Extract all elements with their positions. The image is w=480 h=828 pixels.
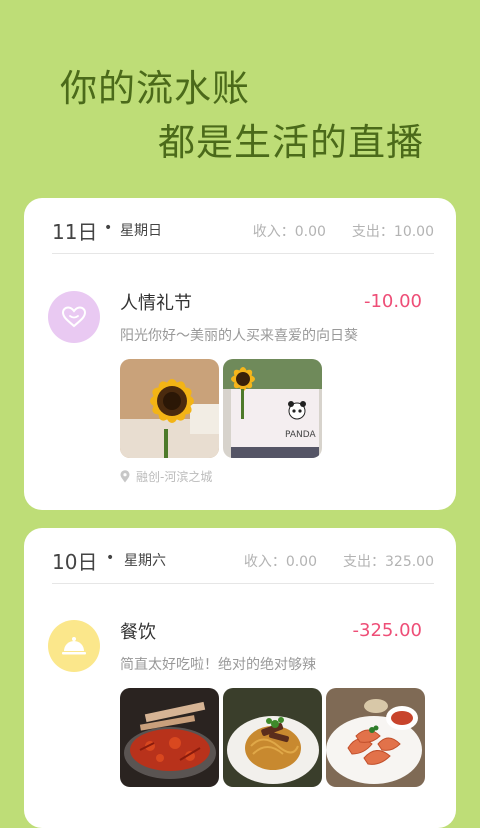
location: 融创-河滨之城 xyxy=(120,468,212,485)
sunflower-photo[interactable] xyxy=(120,359,219,458)
separator-dot: • xyxy=(104,220,113,236)
day-header: 11日 • 星期日 收入：0.00 支出：10.00 xyxy=(52,198,434,254)
hotpot-photo[interactable] xyxy=(120,688,219,787)
entry-amount: -10.00 xyxy=(363,291,422,312)
day-card-10: 10日 • 星期六 收入：0.00 支出：325.00 餐饮 -325.00 简直… xyxy=(24,528,456,828)
expense-label: 支出： xyxy=(343,554,385,570)
food-cloche-icon xyxy=(48,620,100,672)
svg-text:PANDA: PANDA xyxy=(285,430,317,440)
heart-icon xyxy=(48,291,100,343)
entry-title[interactable]: 人情礼节 xyxy=(120,289,192,315)
income-value: 0.00 xyxy=(285,554,317,570)
day-summary: 收入：0.00 支出：10.00 xyxy=(253,221,434,241)
entry-title[interactable]: 餐饮 xyxy=(120,618,156,644)
entry-note: 阳光你好～美丽的人买来喜爱的向日葵 xyxy=(120,328,358,344)
headline-line-1: 你的流水账 xyxy=(60,67,250,110)
headline-line-2: 都是生活的直播 xyxy=(158,121,424,164)
shrimp-photo[interactable] xyxy=(326,688,425,787)
location-pin-icon xyxy=(120,470,130,483)
entry-note: 简直太好吃啦！绝对的绝对够辣 xyxy=(120,657,316,673)
income-label: 收入： xyxy=(252,224,295,240)
expense-value: 10.00 xyxy=(393,224,434,240)
weekday-label: 星期日 xyxy=(120,223,162,239)
day-label: 11日 xyxy=(52,220,98,244)
pasta-photo[interactable] xyxy=(223,688,322,787)
location-label: 融创-河滨之城 xyxy=(136,470,213,484)
separator-dot: • xyxy=(106,550,115,566)
day-header: 10日 • 星期六 收入：0.00 支出：325.00 xyxy=(52,528,434,584)
expense-label: 支出： xyxy=(351,224,394,240)
income-value: 0.00 xyxy=(294,224,326,240)
day-card-11: 11日 • 星期日 收入：0.00 支出：10.00 人情礼节 -10.00 阳光… xyxy=(24,198,456,510)
entry-amount: -325.00 xyxy=(352,620,422,641)
expense-value: 325.00 xyxy=(385,554,434,570)
income-label: 收入： xyxy=(243,554,286,570)
sunflower-panda-photo[interactable]: PANDA xyxy=(223,359,322,458)
weekday-label: 星期六 xyxy=(124,553,166,569)
day-label: 10日 xyxy=(52,550,98,574)
day-summary: 收入：0.00 支出：325.00 xyxy=(244,551,434,571)
